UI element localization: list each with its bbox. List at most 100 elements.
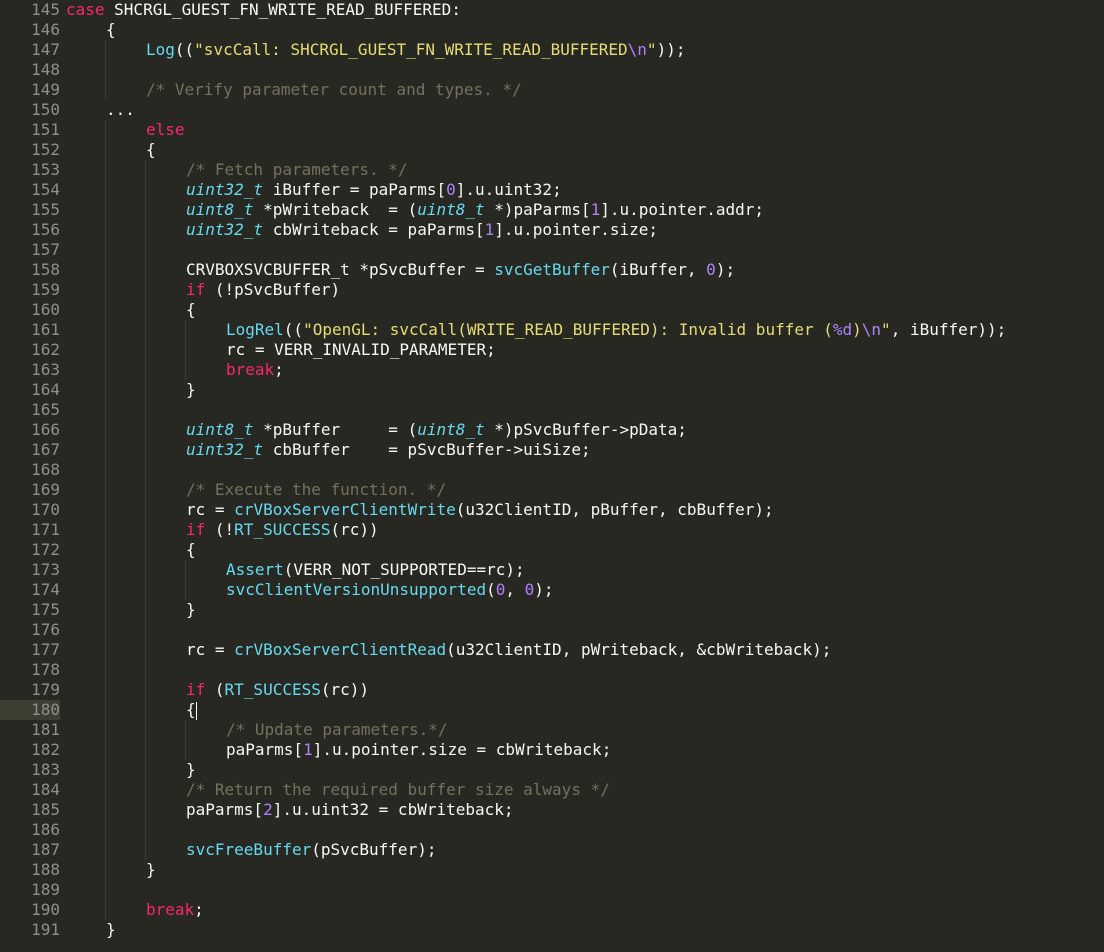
code-line[interactable]: 148 bbox=[0, 60, 1104, 80]
line-number-gutter: 176 bbox=[0, 620, 60, 640]
line-number-gutter: 166 bbox=[0, 420, 60, 440]
code-line[interactable]: 172 { bbox=[0, 540, 1104, 560]
line-number-gutter: 150 bbox=[0, 100, 60, 120]
code-line[interactable]: 162 rc = VERR_INVALID_PARAMETER; bbox=[0, 340, 1104, 360]
code-line[interactable]: 147 Log(("svcCall: SHCRGL_GUEST_FN_WRITE_… bbox=[0, 40, 1104, 60]
code-text: Assert(VERR_NOT_SUPPORTED==rc); bbox=[226, 560, 525, 580]
code-line[interactable]: 182 paParms[1].u.pointer.size = cbWriteba… bbox=[0, 740, 1104, 760]
code-line[interactable]: 145 case SHCRGL_GUEST_FN_WRITE_READ_BUFFE… bbox=[0, 0, 1104, 20]
indent-guide bbox=[105, 580, 106, 600]
code-line[interactable]: 149 /* Verify parameter count and types. … bbox=[0, 80, 1104, 100]
indent-guide bbox=[145, 500, 146, 520]
code-line[interactable]: 179 if (RT_SUCCESS(rc)) bbox=[0, 680, 1104, 700]
code-line[interactable]: 188} bbox=[0, 860, 1104, 880]
code-line[interactable]: 153 /* Fetch parameters. */ bbox=[0, 160, 1104, 180]
code-line[interactable]: 159 if (!pSvcBuffer) bbox=[0, 280, 1104, 300]
code-line[interactable]: 190 break; bbox=[0, 900, 1104, 920]
code-editor[interactable]: 145 case SHCRGL_GUEST_FN_WRITE_READ_BUFFE… bbox=[0, 0, 1104, 952]
code-token: paParms[ bbox=[226, 740, 304, 759]
code-line[interactable]: 146 { bbox=[0, 20, 1104, 40]
line-number-gutter: 145 bbox=[0, 0, 60, 20]
line-number: 165 bbox=[31, 400, 60, 419]
code-line[interactable]: 152 { bbox=[0, 140, 1104, 160]
code-line[interactable]: 156 uint32_t cbWriteback = paParms[1].u.p… bbox=[0, 220, 1104, 240]
code-line[interactable]: 187 svcFreeBuffer(pSvcBuffer); bbox=[0, 840, 1104, 860]
code-text: { bbox=[186, 540, 196, 560]
line-number: 183 bbox=[31, 760, 60, 779]
line-number: 148 bbox=[31, 60, 60, 79]
code-line[interactable]: 166 uint8_t *pBuffer = (uint8_t *)pSvcBuf… bbox=[0, 420, 1104, 440]
code-line[interactable]: 164} bbox=[0, 380, 1104, 400]
indent-guide bbox=[105, 260, 106, 280]
code-line[interactable]: 183} bbox=[0, 760, 1104, 780]
code-text: break; bbox=[146, 900, 204, 920]
line-number-gutter: 156 bbox=[0, 220, 60, 240]
indent-guide bbox=[105, 200, 106, 220]
indent-guide bbox=[105, 460, 106, 480]
code-token: { bbox=[186, 700, 196, 719]
line-number: 187 bbox=[31, 840, 60, 859]
code-line[interactable]: 191} bbox=[0, 920, 1104, 940]
code-token: { bbox=[146, 140, 156, 159]
code-token: 0 bbox=[446, 180, 456, 199]
code-token: rc = bbox=[186, 640, 235, 659]
code-token: 0 bbox=[706, 260, 716, 279]
code-line[interactable]: 169 /* Execute the function. */ bbox=[0, 480, 1104, 500]
code-text: paParms[2].u.uint32 = cbWriteback; bbox=[186, 800, 514, 820]
code-line[interactable]: 186 bbox=[0, 820, 1104, 840]
code-line[interactable]: 170 rc = crVBoxServerClientWrite(u32Clien… bbox=[0, 500, 1104, 520]
indent-guide bbox=[105, 140, 106, 160]
code-line[interactable]: 175} bbox=[0, 600, 1104, 620]
line-number: 174 bbox=[31, 580, 60, 599]
code-text: uint32_t cbWriteback = paParms[1].u.poin… bbox=[186, 220, 658, 240]
code-line[interactable]: 154 uint32_t iBuffer = paParms[0].u.uint3… bbox=[0, 180, 1104, 200]
line-number: 147 bbox=[31, 40, 60, 59]
code-line[interactable]: 151 else bbox=[0, 120, 1104, 140]
code-token: uint8_t bbox=[417, 200, 485, 219]
indent-guide bbox=[105, 720, 106, 740]
code-token: (rc)) bbox=[320, 680, 370, 699]
code-text: /* Verify parameter count and types. */ bbox=[146, 80, 522, 100]
code-token: ; bbox=[274, 360, 284, 379]
code-line[interactable]: 158 CRVBOXSVCBUFFER_t *pSvcBuffer = svcGe… bbox=[0, 260, 1104, 280]
line-number-gutter: 163 bbox=[0, 360, 60, 380]
line-number-gutter: 147 bbox=[0, 40, 60, 60]
code-text: break; bbox=[226, 360, 284, 380]
code-line[interactable]: 157 bbox=[0, 240, 1104, 260]
code-token: \n bbox=[861, 320, 882, 339]
code-token: } bbox=[106, 920, 116, 939]
indent-guide bbox=[105, 840, 106, 860]
code-line[interactable]: 173 Assert(VERR_NOT_SUPPORTED==rc); bbox=[0, 560, 1104, 580]
code-token: case bbox=[66, 0, 105, 19]
indent-guide bbox=[105, 300, 106, 320]
code-line[interactable]: 155 uint8_t *pWriteback = (uint8_t *)paPa… bbox=[0, 200, 1104, 220]
code-token: cbWriteback = paParms[ bbox=[263, 220, 485, 239]
code-line[interactable]: 163 break; bbox=[0, 360, 1104, 380]
code-line[interactable]: 181 /* Update parameters.*/ bbox=[0, 720, 1104, 740]
code-token: /* Update parameters.*/ bbox=[226, 720, 448, 739]
code-line[interactable]: 171 if (!RT_SUCCESS(rc)) bbox=[0, 520, 1104, 540]
code-line[interactable]: 167 uint32_t cbBuffer = pSvcBuffer->uiSiz… bbox=[0, 440, 1104, 460]
code-line[interactable]: 177 rc = crVBoxServerClientRead(u32Client… bbox=[0, 640, 1104, 660]
code-line[interactable]: 184 /* Return the required buffer size al… bbox=[0, 780, 1104, 800]
code-line[interactable]: 189 bbox=[0, 880, 1104, 900]
code-line[interactable]: 178 bbox=[0, 660, 1104, 680]
code-token: , iBuffer)); bbox=[890, 320, 1007, 339]
code-line[interactable]: 161 LogRel(("OpenGL: svcCall(WRITE_READ_B… bbox=[0, 320, 1104, 340]
code-line[interactable]: 165 bbox=[0, 400, 1104, 420]
code-token: iBuffer = paParms[ bbox=[263, 180, 447, 199]
code-line[interactable]: 150... bbox=[0, 100, 1104, 120]
code-line[interactable]: 176 bbox=[0, 620, 1104, 640]
code-line[interactable]: 180 { bbox=[0, 700, 1104, 720]
code-line[interactable]: 185 paParms[2].u.uint32 = cbWriteback; bbox=[0, 800, 1104, 820]
code-token: Log bbox=[146, 40, 175, 59]
code-line[interactable]: 160 { bbox=[0, 300, 1104, 320]
code-line[interactable]: 174 svcClientVersionUnsupported(0, 0); bbox=[0, 580, 1104, 600]
code-token: CRVBOXSVCBUFFER_t *pSvcBuffer = bbox=[186, 260, 495, 279]
code-token: } bbox=[186, 760, 196, 779]
code-text: svcClientVersionUnsupported(0, 0); bbox=[226, 580, 554, 600]
code-token: } bbox=[186, 380, 196, 399]
code-token: (pSvcBuffer); bbox=[311, 840, 437, 859]
indent-guide bbox=[105, 540, 106, 560]
code-line[interactable]: 168 bbox=[0, 460, 1104, 480]
